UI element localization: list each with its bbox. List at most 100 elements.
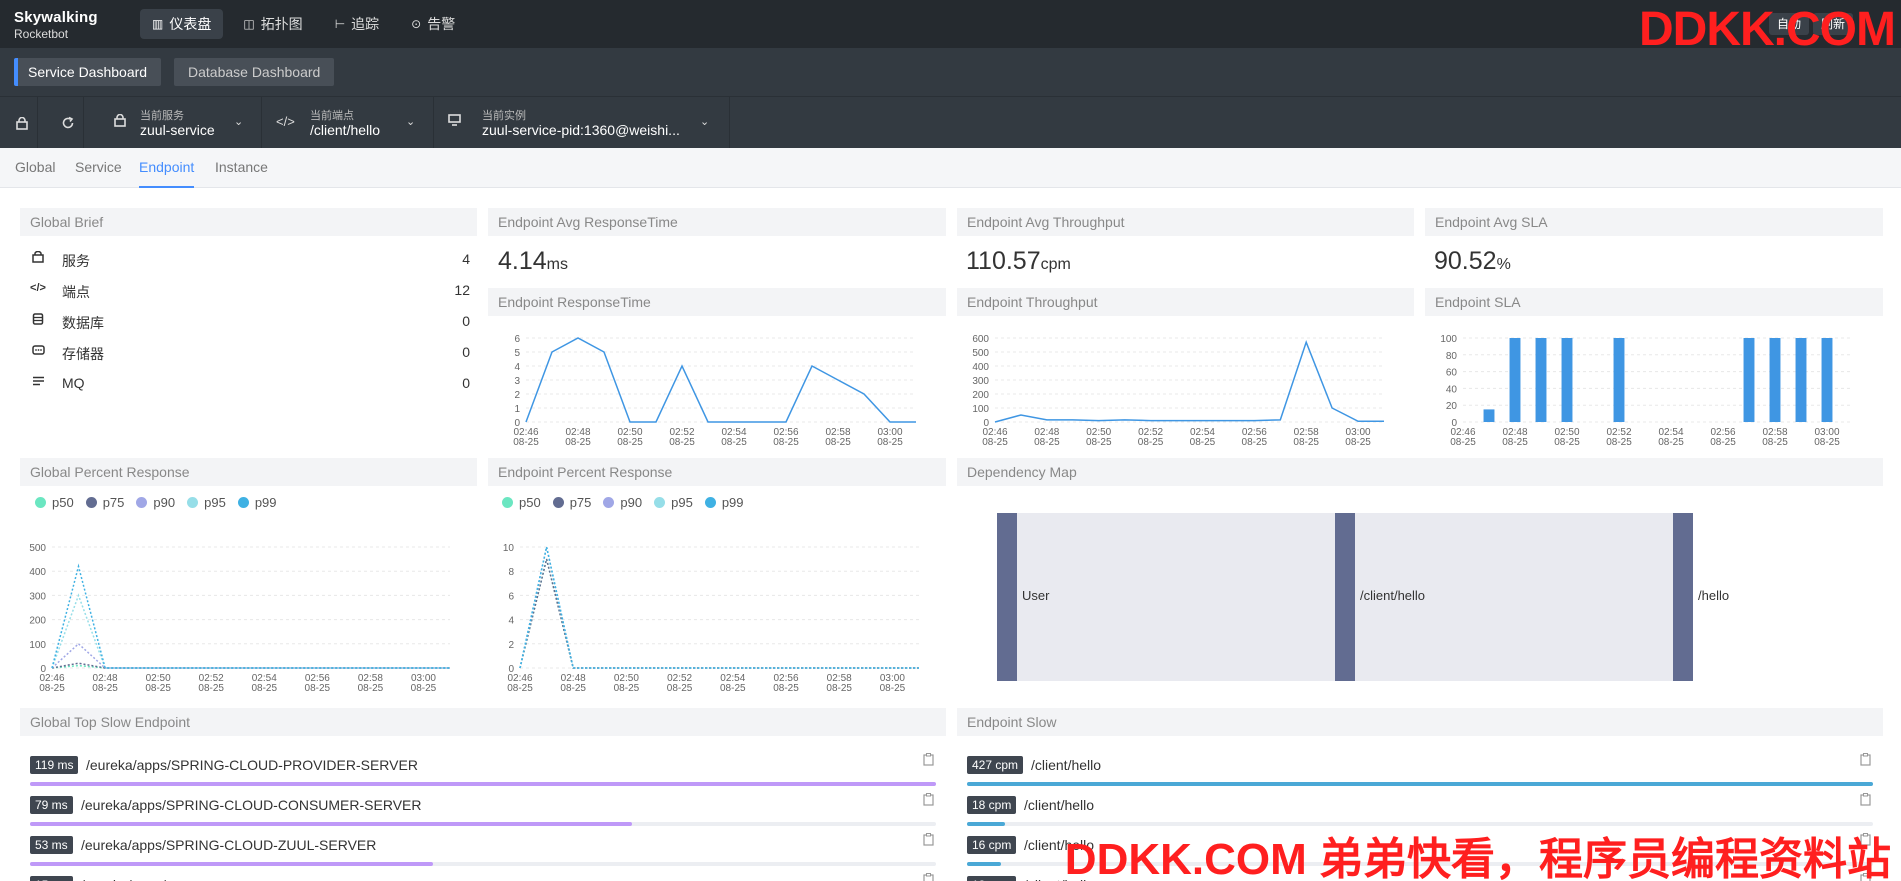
avg-resp-unit: ms (546, 256, 568, 273)
slow-endpoint-bar (967, 782, 1873, 786)
y-tick-label: 4 (508, 616, 514, 627)
tab-service[interactable]: Service (75, 148, 122, 188)
dependency-node-hello[interactable] (1673, 513, 1693, 681)
series-line-p99 (519, 546, 919, 669)
y-tick-label: 80 (1446, 351, 1458, 362)
x-tick-label: 08-25 (92, 683, 118, 694)
sla-chart[interactable]: 02040608010002:4608-2502:4808-2502:5008-… (1425, 326, 1883, 448)
y-tick-label: 200 (972, 390, 989, 401)
skywalking-logo[interactable]: Skywalking Rocketbot (14, 9, 98, 41)
slow-endpoint-row[interactable]: 119 ms/eureka/apps/SPRING-CLOUD-PROVIDER… (30, 750, 936, 790)
copy-icon[interactable] (1860, 753, 1871, 769)
reload-icon[interactable] (52, 97, 84, 149)
slow-endpoint-row[interactable]: 15 ms/eureka/apps/ (30, 870, 936, 881)
database-icon (30, 313, 46, 328)
slow-endpoint-bar (30, 782, 936, 786)
global-percent-chart[interactable]: 010020030040050002:4608-2502:4808-2502:5… (20, 534, 477, 700)
service-selector[interactable]: 当前服务 zuul-service ⌄ (100, 97, 262, 149)
y-tick-label: 300 (972, 376, 989, 387)
slow-endpoint-track (30, 822, 936, 826)
nav-trace-label: 追踪 (351, 16, 380, 32)
brief-label: 服务 (62, 253, 90, 269)
x-tick-label: 08-25 (1762, 437, 1788, 448)
sla-bar (1821, 338, 1833, 422)
slow-endpoint-badge: 53 ms (30, 836, 73, 854)
legend-p90[interactable]: p90 (136, 495, 175, 510)
x-tick-label: 08-25 (1034, 437, 1060, 448)
slow-endpoint-row[interactable]: 18 cpm/client/hello (967, 790, 1873, 830)
legend-p99[interactable]: p99 (237, 495, 277, 510)
response-time-chart[interactable]: 012345602:4608-2502:4808-2502:5008-2502:… (488, 326, 946, 448)
brief-value: 0 (462, 375, 470, 391)
legend-label: p95 (204, 495, 226, 510)
y-tick-label: 20 (1446, 401, 1458, 412)
slow-endpoint-row[interactable]: 79 ms/eureka/apps/SPRING-CLOUD-CONSUMER-… (30, 790, 936, 830)
database-dashboard-tab[interactable]: Database Dashboard (174, 58, 335, 86)
nav-trace[interactable]: ⊢ 追踪 (323, 9, 391, 39)
endpoint-selector[interactable]: </> 当前端点 /client/hello ⌄ (262, 97, 434, 149)
nav-alarm[interactable]: ⊙ 告警 (399, 9, 467, 39)
x-tick-label: 08-25 (1710, 437, 1736, 448)
legend-dot (85, 497, 97, 508)
legend-p75[interactable]: p75 (552, 495, 591, 510)
y-tick-label: 10 (503, 543, 515, 554)
legend-p95[interactable]: p95 (654, 495, 693, 510)
brief-value: 0 (462, 344, 470, 360)
slow-endpoint-row[interactable]: 53 ms/eureka/apps/SPRING-CLOUD-ZUUL-SERV… (30, 830, 936, 870)
copy-icon[interactable] (923, 873, 934, 881)
copy-icon[interactable] (923, 793, 934, 809)
sla-bar (1613, 338, 1625, 422)
legend-p75[interactable]: p75 (85, 495, 124, 510)
instance-selector[interactable]: 当前实例 zuul-service-pid:1360@weishi... ⌄ (434, 97, 730, 149)
service-icon (30, 250, 46, 266)
x-tick-label: 08-25 (1606, 437, 1632, 448)
nav-dashboard[interactable]: ▥ 仪表盘 (140, 9, 224, 39)
x-tick-label: 08-25 (617, 437, 643, 448)
service-dashboard-tab[interactable]: Service Dashboard (14, 58, 162, 86)
legend-p90[interactable]: p90 (603, 495, 642, 510)
brief-row-database: 数据库 0 (30, 312, 470, 332)
x-tick-label: 08-25 (1242, 437, 1268, 448)
watermark-bottom: DDKK.COM 弟弟快看，程序员编程资料站 (1064, 835, 1891, 881)
y-tick-label: 100 (29, 640, 46, 651)
legend-p50[interactable]: p50 (35, 495, 74, 510)
dependency-node-user[interactable] (997, 513, 1017, 681)
copy-icon[interactable] (923, 753, 934, 769)
legend-p99[interactable]: p99 (704, 495, 744, 510)
dependency-node-client-hello[interactable] (1335, 513, 1355, 681)
tab-instance[interactable]: Instance (215, 148, 268, 188)
instance-selector-value: zuul-service-pid:1360@weishi... (482, 122, 680, 138)
throughput-chart[interactable]: 010020030040050060002:4608-2502:4808-250… (957, 326, 1414, 448)
brief-row-mq: MQ 0 (30, 374, 470, 394)
tab-global[interactable]: Global (15, 148, 55, 188)
slow-endpoint-track (30, 782, 936, 786)
x-tick-label: 08-25 (358, 683, 384, 694)
slow-endpoint-track (967, 822, 1873, 826)
dependency-map[interactable]: User /client/hello /hello (957, 505, 1883, 687)
brief-value: 12 (454, 282, 470, 298)
y-tick-label: 500 (972, 348, 989, 359)
sla-bar (1483, 409, 1495, 422)
legend-p50[interactable]: p50 (502, 495, 541, 510)
dashboard-bar: Service Dashboard Database Dashboard (0, 48, 1901, 96)
series-line-p90 (519, 546, 919, 669)
sla-bar (1743, 338, 1755, 422)
copy-icon[interactable] (1860, 793, 1871, 809)
y-tick-label: 300 (29, 591, 46, 602)
x-tick-label: 08-25 (877, 437, 903, 448)
slow-endpoint-row[interactable]: 427 cpm/client/hello (967, 750, 1873, 790)
x-tick-label: 08-25 (1502, 437, 1528, 448)
endpoint-percent-chart[interactable]: 024681002:4608-2502:4808-2502:5008-2502:… (488, 534, 946, 700)
copy-icon[interactable] (923, 833, 934, 849)
service-selector-label: 当前服务 (140, 110, 184, 122)
legend-label: p90 (153, 495, 176, 510)
tab-endpoint[interactable]: Endpoint (139, 148, 195, 188)
legend-p95[interactable]: p95 (187, 495, 226, 510)
x-tick-label: 08-25 (507, 683, 533, 694)
legend-dot (237, 497, 249, 508)
lock-icon[interactable] (6, 97, 38, 149)
x-tick-label: 08-25 (1190, 437, 1216, 448)
nav-topology[interactable]: ◫ 拓扑图 (231, 9, 314, 39)
monitor-icon (448, 114, 461, 129)
avg-sla-value: 90.52% (1434, 247, 1511, 276)
